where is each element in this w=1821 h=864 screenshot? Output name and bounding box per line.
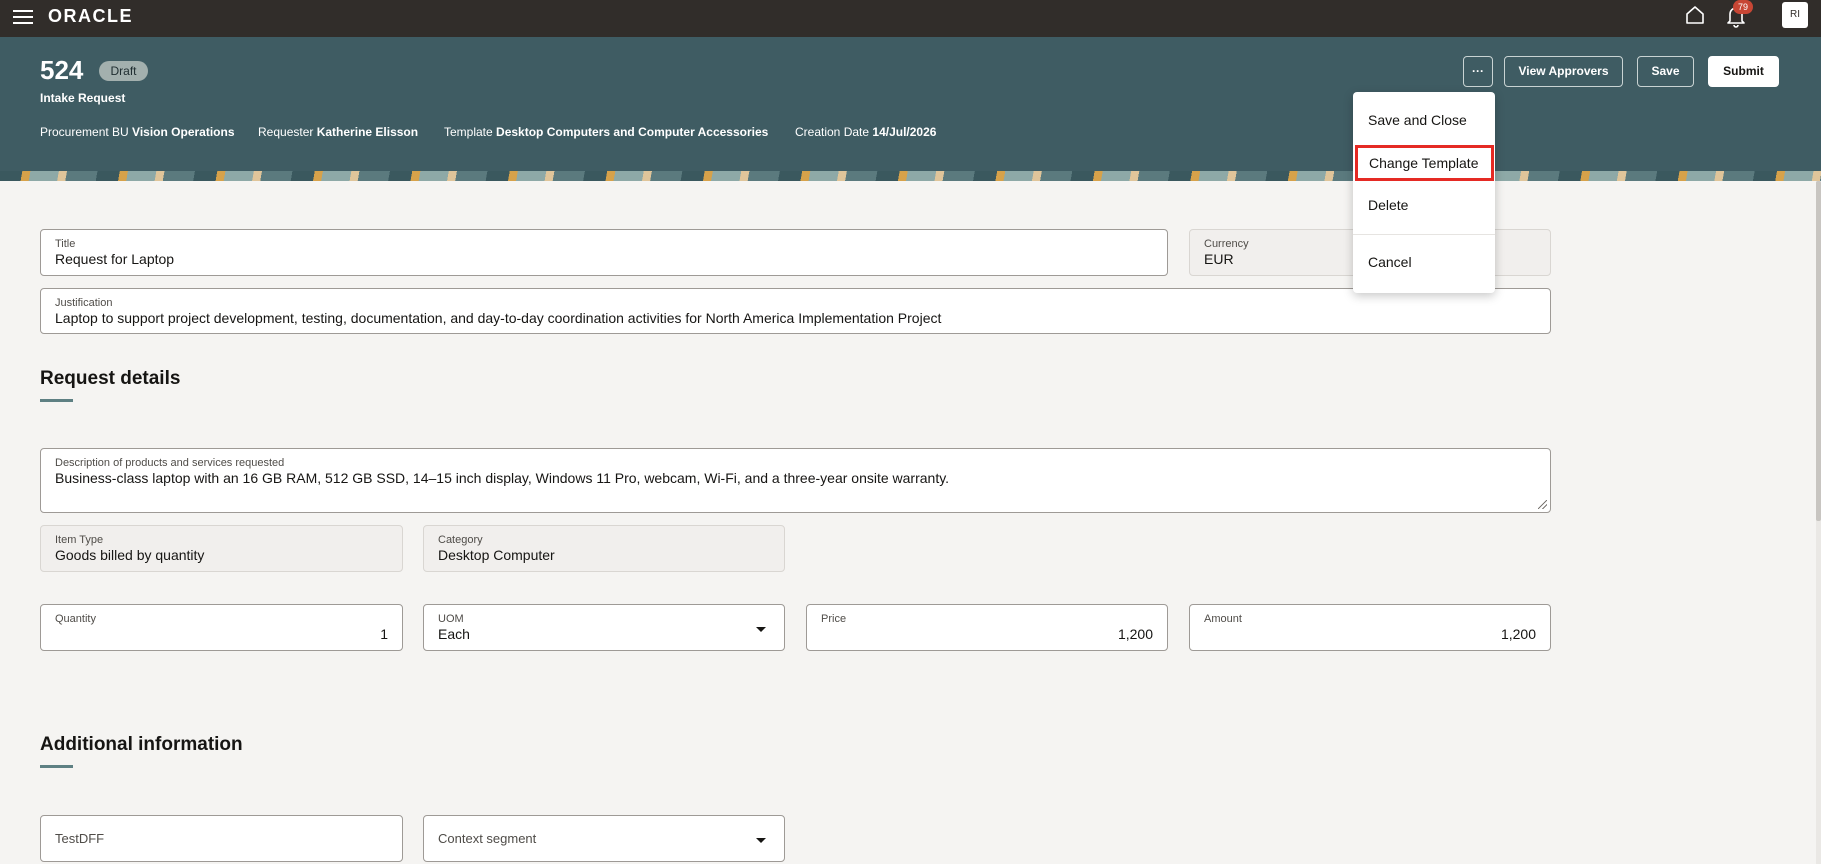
justification-field[interactable]: Justification Laptop to support project … [40, 288, 1551, 334]
chevron-down-icon[interactable] [756, 838, 766, 843]
oracle-logo[interactable]: ORACLE [48, 6, 133, 27]
price-value[interactable]: 1,200 [1118, 626, 1153, 642]
resize-handle-icon[interactable] [1538, 500, 1547, 509]
item-type-value: Goods billed by quantity [55, 547, 205, 563]
justification-label: Justification [55, 297, 113, 309]
quantity-field[interactable]: Quantity 1 [40, 604, 403, 651]
procurement-bu-value: Vision Operations [132, 125, 235, 139]
status-badge: Draft [99, 61, 148, 81]
context-segment-placeholder: Context segment [438, 831, 537, 846]
global-header: ORACLE 79 RI [0, 0, 1821, 37]
chevron-down-icon[interactable] [756, 627, 766, 632]
currency-value: EUR [1204, 251, 1234, 267]
more-actions-menu: Save and Close Change Template Delete Ca… [1353, 92, 1495, 293]
quantity-label: Quantity [55, 613, 96, 625]
item-type-label: Item Type [55, 534, 104, 546]
request-number: 524 [40, 55, 84, 85]
template-info: Template Desktop Computers and Computer … [444, 125, 768, 139]
title-value[interactable]: Request for Laptop [55, 251, 174, 267]
context-segment-select[interactable]: Context segment [423, 815, 785, 862]
testdff-placeholder: TestDFF [55, 831, 105, 846]
requester-value: Katherine Elisson [316, 125, 419, 139]
category-field: Category Desktop Computer [423, 525, 785, 572]
request-type: Intake Request [40, 91, 126, 105]
more-actions-button[interactable]: ··· [1463, 56, 1493, 87]
uom-label: UOM [438, 613, 464, 625]
title-field[interactable]: Title Request for Laptop [40, 229, 1168, 276]
description-value[interactable]: Business-class laptop with an 16 GB RAM,… [55, 470, 949, 486]
uom-value[interactable]: Each [438, 626, 470, 642]
amount-field[interactable]: Amount 1,200 [1189, 604, 1551, 651]
menu-item-change-template[interactable]: Change Template [1355, 145, 1494, 181]
menu-item-cancel[interactable]: Cancel [1353, 244, 1495, 280]
requester-info: Requester Katherine Elisson [258, 125, 418, 139]
quantity-value[interactable]: 1 [380, 626, 388, 642]
save-button[interactable]: Save [1637, 56, 1694, 87]
notification-count-badge: 79 [1733, 0, 1753, 14]
additional-information-underline [40, 765, 73, 768]
title-label: Title [55, 238, 76, 250]
amount-value[interactable]: 1,200 [1501, 626, 1536, 642]
menu-divider [1353, 234, 1495, 235]
category-value: Desktop Computer [438, 547, 555, 563]
template-label: Template [444, 125, 493, 139]
creation-date-value: 14/Jul/2026 [872, 125, 937, 139]
price-field[interactable]: Price 1,200 [806, 604, 1168, 651]
menu-item-save-and-close[interactable]: Save and Close [1353, 102, 1495, 138]
user-avatar[interactable]: RI [1782, 2, 1808, 28]
creation-date-info: Creation Date 14/Jul/2026 [795, 125, 936, 139]
requester-label: Requester [258, 125, 314, 139]
amount-label: Amount [1204, 613, 1242, 625]
view-approvers-button[interactable]: View Approvers [1504, 56, 1623, 87]
additional-information-heading: Additional information [40, 734, 243, 755]
description-field[interactable]: Description of products and services req… [40, 448, 1551, 513]
creation-date-label: Creation Date [795, 125, 870, 139]
justification-value[interactable]: Laptop to support project development, t… [55, 310, 941, 326]
menu-icon[interactable] [13, 7, 33, 25]
home-icon[interactable] [1684, 4, 1706, 26]
category-label: Category [438, 534, 483, 546]
request-details-underline [40, 399, 73, 402]
item-type-field: Item Type Goods billed by quantity [40, 525, 403, 572]
scrollbar-thumb[interactable] [1816, 181, 1821, 521]
header-decoration [0, 171, 1821, 181]
template-value: Desktop Computers and Computer Accessori… [496, 125, 769, 139]
testdff-field[interactable]: TestDFF [40, 815, 403, 862]
currency-label: Currency [1204, 238, 1249, 250]
procurement-bu-info: Procurement BU Vision Operations [40, 125, 235, 139]
price-label: Price [821, 613, 847, 625]
procurement-bu-label: Procurement BU [40, 125, 129, 139]
uom-select[interactable]: UOM Each [423, 604, 785, 651]
request-details-heading: Request details [40, 368, 181, 389]
description-label: Description of products and services req… [55, 457, 285, 469]
submit-button[interactable]: Submit [1708, 56, 1779, 87]
menu-item-delete[interactable]: Delete [1353, 187, 1495, 223]
